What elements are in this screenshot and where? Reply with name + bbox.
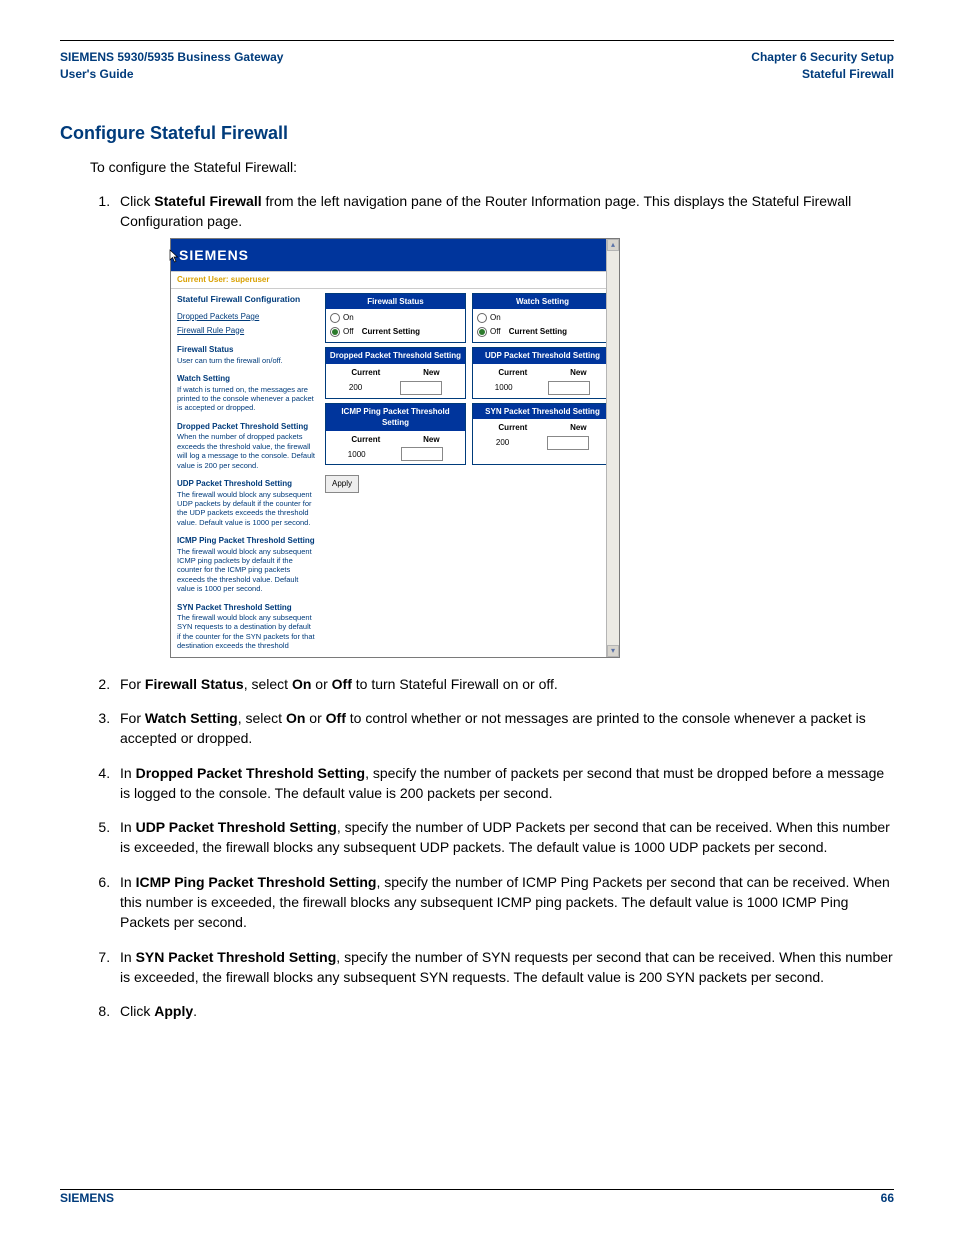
page-footer: SIEMENS 66: [60, 1191, 894, 1205]
sb-h-icmp: ICMP Ping Packet Threshold Setting: [177, 535, 315, 547]
syn-new-input[interactable]: [547, 436, 589, 450]
scroll-up-icon[interactable]: ▴: [607, 239, 619, 251]
header-product: SIEMENS 5930/5935 Business Gateway: [60, 49, 283, 66]
radio-watch-on[interactable]: [477, 313, 487, 323]
step-7: In SYN Packet Threshold Setting, specify…: [114, 947, 894, 988]
sb-h-udp: UDP Packet Threshold Setting: [177, 478, 315, 490]
step-2: For Firewall Status, select On or Off to…: [114, 674, 894, 694]
sidebar: Stateful Firewall Configuration Dropped …: [171, 289, 321, 657]
step-5: In UDP Packet Threshold Setting, specify…: [114, 817, 894, 858]
main-pane: Firewall Status On Off Current Setting W…: [321, 289, 619, 657]
page-header: SIEMENS 5930/5935 Business Gateway User'…: [60, 49, 894, 83]
scrollbar[interactable]: ▴ ▾: [606, 239, 619, 657]
link-firewall-rule[interactable]: Firewall Rule Page: [177, 325, 315, 337]
header-chapter: Chapter 6 Security Setup: [751, 49, 894, 66]
sb-h-firewall-status: Firewall Status: [177, 344, 315, 356]
intro-text: To configure the Stateful Firewall:: [90, 158, 894, 178]
link-dropped-packets[interactable]: Dropped Packets Page: [177, 311, 315, 323]
panel-icmp-threshold: ICMP Ping Packet Threshold Setting Curre…: [325, 403, 466, 466]
current-user-bar: Current User: superuser: [171, 271, 619, 289]
sidebar-title: Stateful Firewall Configuration: [177, 293, 315, 305]
header-doc: User's Guide: [60, 66, 283, 83]
syn-current: 200: [496, 437, 509, 449]
panel-udp-threshold: UDP Packet Threshold Setting CurrentNew …: [472, 347, 613, 398]
sb-t-dropped: When the number of dropped packets excee…: [177, 432, 315, 470]
step-8: Click Apply.: [114, 1001, 894, 1021]
sb-h-syn: SYN Packet Threshold Setting: [177, 602, 315, 614]
footer-page-number: 66: [881, 1191, 894, 1205]
dropped-new-input[interactable]: [400, 381, 442, 395]
step-6: In ICMP Ping Packet Threshold Setting, s…: [114, 872, 894, 933]
header-section: Stateful Firewall: [751, 66, 894, 83]
footer-brand: SIEMENS: [60, 1191, 114, 1205]
sb-t-syn: The firewall would block any subsequent …: [177, 613, 315, 651]
sb-t-udp: The firewall would block any subsequent …: [177, 490, 315, 528]
panel-firewall-status: Firewall Status On Off Current Setting: [325, 293, 466, 344]
radio-watch-off[interactable]: [477, 327, 487, 337]
udp-current: 1000: [495, 382, 513, 394]
apply-button[interactable]: Apply: [325, 475, 359, 493]
step-4: In Dropped Packet Threshold Setting, spe…: [114, 763, 894, 804]
icmp-current: 1000: [348, 449, 366, 461]
dropped-current: 200: [349, 382, 362, 394]
steps-list: Click Stateful Firewall from the left na…: [90, 191, 894, 1021]
scroll-down-icon[interactable]: ▾: [607, 645, 619, 657]
panel-syn-threshold: SYN Packet Threshold Setting CurrentNew …: [472, 403, 613, 466]
sb-t-firewall-status: User can turn the firewall on/off.: [177, 356, 315, 365]
embedded-screenshot: ▴ ▾ SIEMENS Current User: superuser Stat…: [170, 238, 620, 658]
brand-bar: SIEMENS: [171, 239, 619, 271]
udp-new-input[interactable]: [548, 381, 590, 395]
panel-dropped-threshold: Dropped Packet Threshold Setting Current…: [325, 347, 466, 398]
step-3: For Watch Setting, select On or Off to c…: [114, 708, 894, 749]
sb-t-watch: If watch is turned on, the messages are …: [177, 385, 315, 413]
radio-fw-off[interactable]: [330, 327, 340, 337]
sb-h-watch: Watch Setting: [177, 373, 315, 385]
brand-logo: SIEMENS: [179, 247, 249, 263]
panel-watch-setting: Watch Setting On Off Current Setting: [472, 293, 613, 344]
section-title: Configure Stateful Firewall: [60, 123, 894, 144]
icmp-new-input[interactable]: [401, 447, 443, 461]
sb-h-dropped: Dropped Packet Threshold Setting: [177, 421, 315, 433]
sb-t-icmp: The firewall would block any subsequent …: [177, 547, 315, 594]
step-1: Click Stateful Firewall from the left na…: [114, 191, 894, 657]
radio-fw-on[interactable]: [330, 313, 340, 323]
